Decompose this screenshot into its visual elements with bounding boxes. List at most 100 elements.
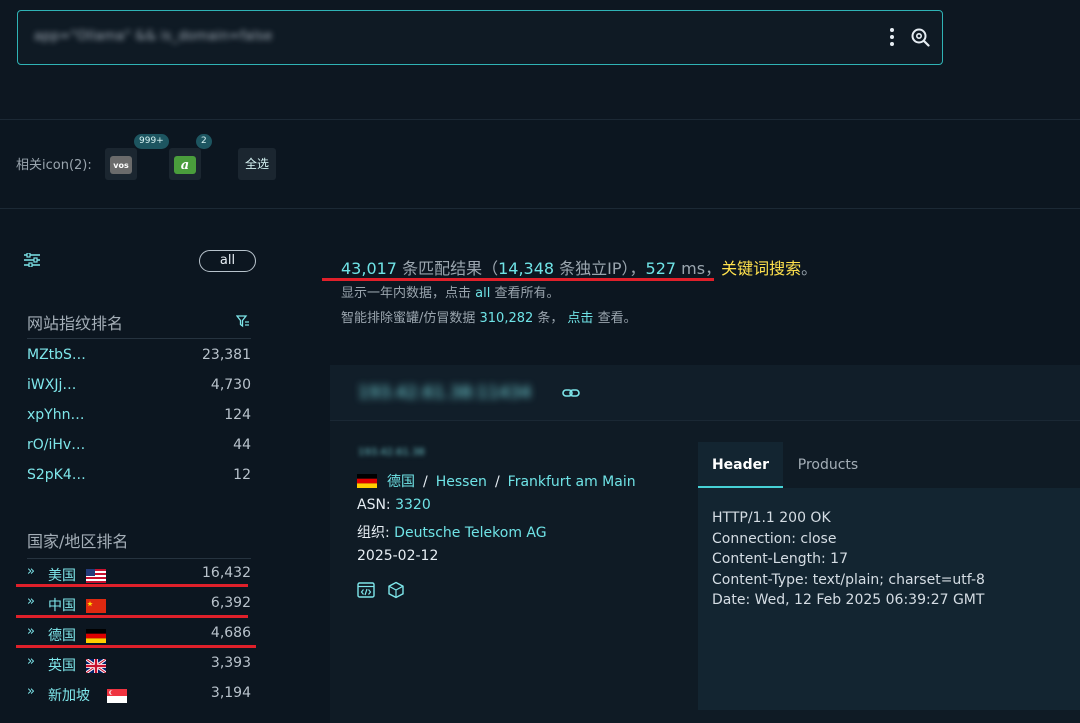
sg-flag-icon [107,689,127,703]
related-icons-label: 相关icon(2): [16,158,92,173]
all-link[interactable]: all [475,286,490,301]
cube-icon[interactable] [387,581,405,599]
fingerprint-row[interactable]: iWXJj… 4,730 [27,371,251,401]
fingerprint-name: iWXJj… [27,377,77,393]
search-input[interactable]: app="Ollama" && is_domain=false [17,10,943,65]
us-flag-icon [86,569,106,583]
country-row-sg[interactable]: » 新加坡 3,194 [27,679,251,709]
sidebar: all 网站指纹排名 MZtbS… 23,381 iWXJj… 4,730 xpYh… [0,210,300,723]
double-chevron-icon: » [27,684,35,699]
tab-products[interactable]: Products [783,442,873,488]
double-chevron-icon: » [27,594,35,609]
one-year-notice: 显示一年内数据，点击 all 查看所有。 [341,282,559,301]
fingerprint-name: xpYhn… [27,407,85,423]
org-link[interactable]: Deutsche Telekom AG [394,525,546,541]
result-card-header: 193.42.61.38:11434 [330,365,1080,421]
result-ip-link[interactable]: 193.42.61.38:11434 [358,383,531,403]
highlight-underline [322,278,714,281]
asn-line: ASN: 3320 [357,497,431,513]
funnel-filter-icon[interactable] [236,315,250,328]
header-line: Content-Type: text/plain; charset=utf-8 [712,572,985,588]
header-line: Date: Wed, 12 Feb 2025 06:39:27 GMT [712,592,985,608]
country-name: 英国 [48,658,76,674]
result-card: 193.42.61.38:11434 193.42.61.38 德国 / Hesse… [330,365,1080,723]
country-count: 16,432 [202,565,251,581]
country-name: 中国 [48,598,76,614]
fingerprint-count: 124 [224,407,251,423]
org-label: 组织: [357,525,395,541]
summary-text: ms， [676,259,722,278]
highlight-underline [16,645,256,648]
country-name: 新加坡 [48,688,90,704]
search-query[interactable]: app="Ollama" && is_domain=false [34,29,273,44]
country-list: » 美国 16,432 » 中国 6,392 » 德国 4,686 » 英国 3… [27,559,251,709]
tab-header[interactable]: Header [698,442,783,488]
fingerprint-count: 4,730 [210,377,251,393]
location-line: 德国 / Hessen / Frankfurt am Main [357,471,636,491]
result-ip[interactable]: 193.42.61.38 [358,447,425,458]
org-line: 组织: Deutsche Telekom AG [357,522,547,542]
asn-link[interactable]: 3320 [395,497,431,513]
country-row-gb[interactable]: » 英国 3,393 [27,649,251,679]
divider [27,338,251,339]
link-icon[interactable] [562,387,580,399]
asn-label: ASN: [357,497,396,513]
country-count: 3,393 [210,655,251,671]
double-chevron-icon: » [27,624,35,639]
gb-flag-icon [86,659,106,673]
double-chevron-icon: » [27,564,35,579]
notice-text: 显示一年内数据，点击 [341,286,476,301]
top-bar: app="Ollama" && is_domain=false [0,0,1080,120]
honeypot-count: 310,282 [479,311,534,326]
summary-text: 条匹配结果（ [396,259,499,278]
notice-text: 智能排除蜜罐/仿冒数据 [341,311,480,326]
code-icon[interactable] [357,581,375,599]
detail-tabs: Header Products [698,442,1080,488]
related-icon-a[interactable]: a [169,148,201,180]
unique-ip-count: 14,348 [498,259,555,278]
region-link[interactable]: Hessen [436,474,487,490]
icon-count-badge: 999+ [134,134,169,149]
header-line: HTTP/1.1 200 OK [712,510,831,526]
vos-logo-icon: vos [110,156,132,174]
cn-flag-icon [86,599,106,613]
view-link[interactable]: 点击 [567,311,593,326]
de-flag-icon [86,629,106,643]
all-toggle[interactable]: all [199,250,256,272]
header-line: Connection: close [712,531,837,547]
search-icon[interactable] [910,27,930,47]
summary-text: 。 [801,259,818,278]
fingerprint-name: MZtbS… [27,347,86,363]
a-logo-icon: a [174,156,196,174]
icon-count-badge: 2 [196,134,212,149]
summary-text: 条独立IP）， [554,259,646,278]
more-options-icon[interactable] [887,26,897,50]
country-count: 3,194 [210,685,251,701]
fingerprint-count: 44 [233,437,251,453]
de-flag-icon [357,474,377,488]
query-time: 527 [645,259,677,278]
fingerprint-row[interactable]: rO/iHv… 44 [27,431,251,461]
country-link[interactable]: 德国 [387,474,415,490]
related-icon-vos[interactable]: vos [105,148,137,180]
fingerprint-row[interactable]: MZtbS… 23,381 [27,341,251,371]
fingerprint-count: 12 [233,467,251,483]
country-count: 6,392 [210,595,251,611]
country-name: 美国 [48,568,76,584]
select-all-button[interactable]: 全选 [238,148,276,180]
notice-text: 条， [533,311,564,326]
http-header-panel: HTTP/1.1 200 OK Connection: close Conten… [698,488,1080,710]
related-icons-bar: 相关icon(2): vos 999+ a 2 全选 [0,121,1080,209]
fingerprint-name: rO/iHv… [27,437,86,453]
country-name: 德国 [48,628,76,644]
total-results: 43,017 [341,259,397,278]
header-line: Content-Length: 17 [712,551,849,567]
filter-settings-icon[interactable] [24,253,40,267]
notice-text: 查看所有。 [490,286,560,301]
fingerprint-row[interactable]: S2pK4… 12 [27,461,251,491]
city-link[interactable]: Frankfurt am Main [508,474,636,490]
keyword-search-label: 关键词搜索 [721,259,802,278]
highlight-underline [16,615,248,618]
fingerprint-row[interactable]: xpYhn… 124 [27,401,251,431]
fingerprint-rank-title: 网站指纹排名 [27,314,124,333]
